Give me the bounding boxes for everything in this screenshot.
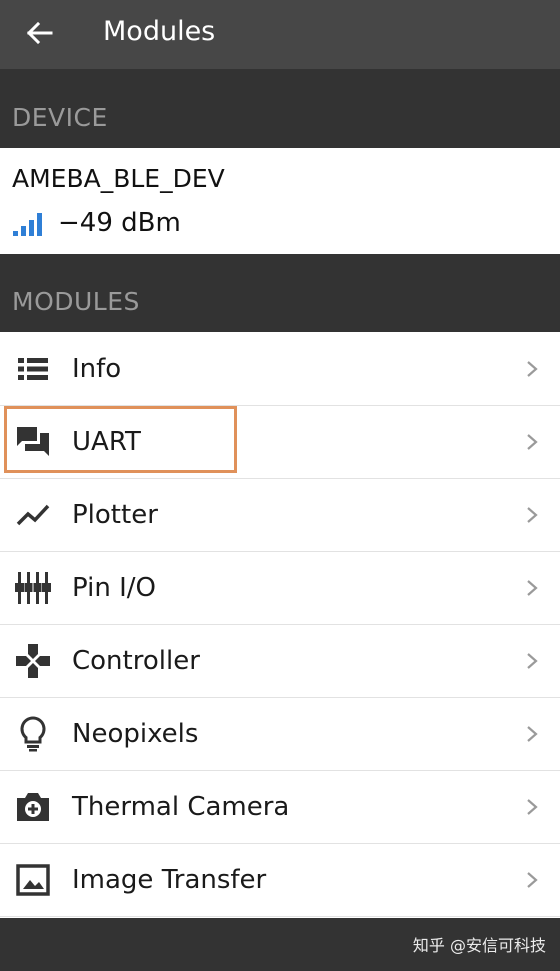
lightbulb-icon [14,715,52,753]
dpad-icon [14,642,52,680]
module-item-controller[interactable]: Controller [0,625,560,698]
module-label: Image Transfer [72,865,267,895]
module-label: Plotter [72,500,158,530]
module-label: Info [72,353,122,384]
app-bar: Modules [0,0,560,69]
chevron-right-icon [527,872,538,888]
chevron-right-icon [527,653,538,669]
module-item-plotter[interactable]: Plotter [0,479,560,552]
chevron-right-icon [527,580,538,596]
watermark-text: 知乎 @安信可科技 [412,936,546,955]
rssi-value: −49 dBm [58,208,181,238]
page-title: Modules [103,16,216,47]
chevron-right-icon [527,434,538,450]
module-label: UART [72,427,141,457]
signal-bars-icon [13,213,42,236]
module-item-thermal-camera[interactable]: Thermal Camera [0,771,560,844]
module-item-uart[interactable]: UART [0,406,560,479]
line-chart-icon [14,496,52,534]
module-item-info[interactable]: Info [0,332,560,406]
module-item-neopixels[interactable]: Neopixels [0,698,560,771]
device-section-header: DEVICE [0,69,560,148]
device-name: AMEBA_BLE_DEV [12,164,225,193]
bottom-bar: 知乎 @安信可科技 [0,918,560,971]
module-list: Info UART Plotter Pin I/O Controller Neo… [0,332,560,917]
module-label: Controller [72,646,200,676]
module-label: Thermal Camera [72,792,290,822]
module-item-image-transfer[interactable]: Image Transfer [0,844,560,917]
modules-section-header: MODULES [0,254,560,332]
module-label: Neopixels [72,719,199,749]
arrow-left-icon [27,22,53,44]
chevron-right-icon [527,507,538,523]
module-label: Pin I/O [72,573,156,603]
sliders-icon [14,569,52,607]
module-item-pin-io[interactable]: Pin I/O [0,552,560,625]
list-icon [14,350,52,388]
back-button[interactable] [22,15,58,51]
chevron-right-icon [527,799,538,815]
chevron-right-icon [527,726,538,742]
chevron-right-icon [527,360,538,377]
image-icon [14,861,52,899]
chat-icon [14,423,52,461]
camera-icon [14,788,52,826]
